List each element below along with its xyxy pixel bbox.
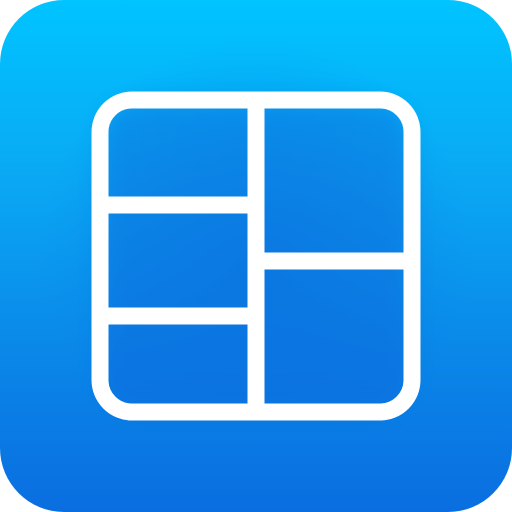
icon-canvas [0, 0, 512, 512]
collage-grid-icon [91, 91, 421, 421]
app-icon[interactable] [0, 0, 512, 512]
